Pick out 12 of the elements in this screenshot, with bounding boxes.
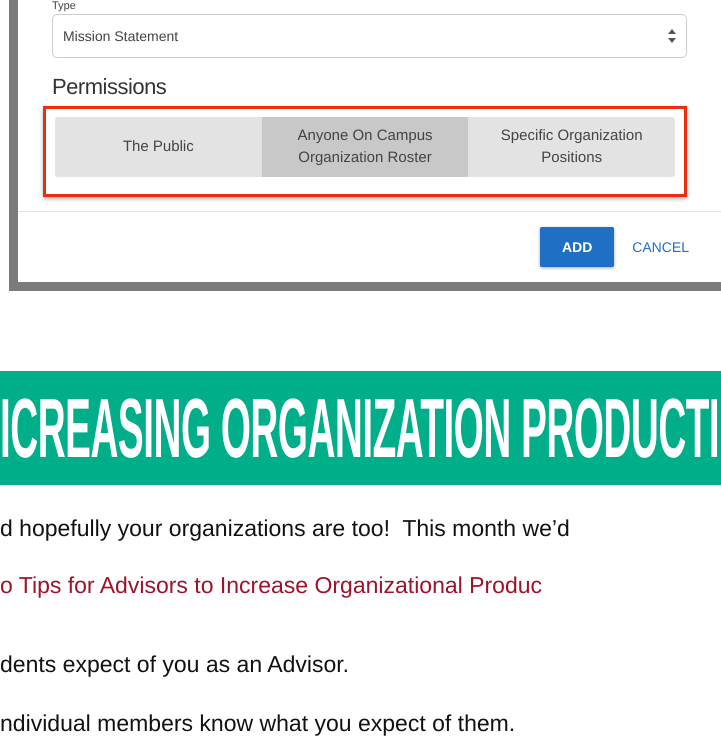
type-label: Type — [52, 0, 77, 13]
add-button[interactable]: ADD — [540, 227, 614, 267]
type-select[interactable]: Mission Statement — [52, 14, 687, 58]
article-link[interactable]: o Tips for Advisors to Increase Organizational Produc — [0, 570, 542, 600]
permissions-heading: Permissions — [52, 74, 168, 100]
paragraph-line: dents expect of you as an Advisor. — [0, 650, 350, 679]
cancel-button[interactable]: CANCEL — [628, 235, 693, 259]
permission-option[interactable]: Anyone On Campus Organization Roster — [262, 117, 468, 177]
paragraph-line: d hopefully your organizations are too! This month we’d — [0, 514, 570, 543]
banner-title: ICREASING ORGANIZATION PRODUCTI — [0, 380, 720, 476]
paragraph-line: ndividual members know what you expect of them. — [0, 709, 516, 738]
up-down-arrows-icon — [668, 29, 676, 43]
